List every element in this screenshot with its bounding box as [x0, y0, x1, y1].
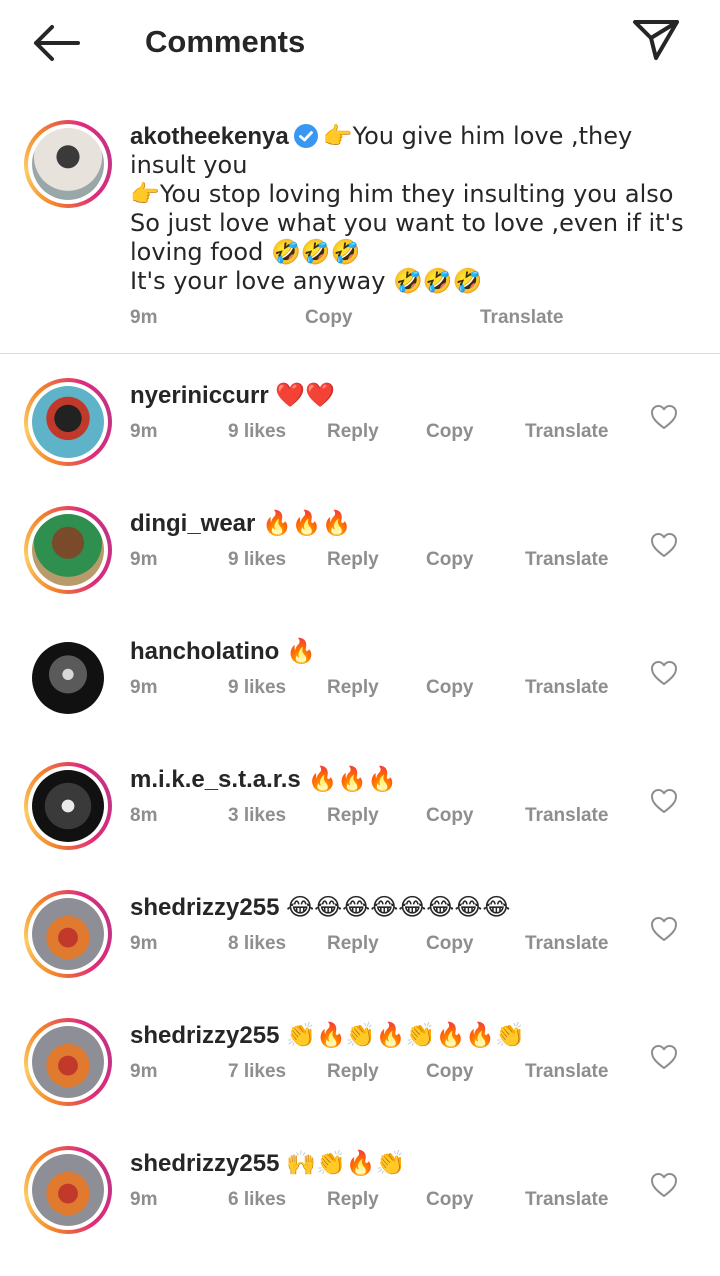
likes-count[interactable]: 7 likes — [228, 1060, 286, 1084]
comment-body: 👏🔥👏🔥👏🔥🔥👏 — [286, 1021, 526, 1049]
like-button[interactable] — [650, 660, 678, 686]
avatar[interactable] — [24, 762, 112, 850]
reply-button[interactable]: Reply — [327, 1060, 379, 1084]
caption-text: akotheekenya 👉You give him love ,they ins… — [130, 122, 690, 296]
comment-row: hancholatino 🔥 9m 9 likes Reply Copy Translat… — [0, 636, 720, 764]
translate-button[interactable]: Translate — [525, 932, 608, 956]
verified-badge-icon — [293, 124, 318, 148]
reply-button[interactable]: Reply — [327, 548, 379, 572]
copy-button[interactable]: Copy — [426, 804, 474, 828]
avatar[interactable] — [24, 634, 112, 722]
comment-text: nyeriniccurr ❤️❤️ — [130, 380, 335, 411]
heart-icon — [651, 789, 677, 813]
heart-icon — [651, 1045, 677, 1069]
avatar[interactable] — [24, 1146, 112, 1234]
comment-time: 9m — [130, 421, 158, 442]
back-button[interactable] — [28, 22, 84, 64]
avatar[interactable] — [24, 506, 112, 594]
comment-time: 8m — [130, 805, 158, 826]
avatar[interactable] — [24, 1018, 112, 1106]
comment-body: ❤️❤️ — [275, 381, 336, 409]
like-button[interactable] — [650, 1044, 678, 1070]
page-title: Comments — [145, 24, 306, 59]
reply-button[interactable]: Reply — [327, 420, 379, 444]
caption-time: 9m — [130, 307, 158, 328]
heart-icon — [651, 533, 677, 557]
copy-button[interactable]: Copy — [305, 306, 353, 330]
translate-button[interactable]: Translate — [525, 804, 608, 828]
translate-button[interactable]: Translate — [525, 548, 608, 572]
heart-icon — [651, 1173, 677, 1197]
translate-button[interactable]: Translate — [525, 1188, 608, 1212]
translate-button[interactable]: Translate — [525, 420, 608, 444]
top-bar: Comments — [0, 0, 720, 86]
likes-count[interactable]: 8 likes — [228, 932, 286, 956]
translate-button[interactable]: Translate — [525, 1060, 608, 1084]
comment-row: dingi_wear 🔥🔥🔥 9m 9 likes Reply Copy Translat… — [0, 506, 720, 636]
comment-text: hancholatino 🔥 — [130, 636, 316, 667]
avatar[interactable] — [24, 890, 112, 978]
comment-text: shedrizzy255 👏🔥👏🔥👏🔥🔥👏 — [130, 1020, 525, 1051]
comment-time: 9m — [130, 933, 158, 954]
share-button[interactable] — [630, 16, 682, 64]
paper-plane-icon — [633, 20, 679, 60]
likes-count[interactable]: 6 likes — [228, 1188, 286, 1212]
comment-text: m.i.k.e_s.t.a.r.s 🔥🔥🔥 — [130, 764, 397, 795]
avatar[interactable] — [24, 120, 112, 208]
comment-username[interactable]: nyeriniccurr — [130, 382, 269, 409]
copy-button[interactable]: Copy — [426, 1060, 474, 1084]
caption-username[interactable]: akotheekenya — [130, 123, 289, 150]
comment-row: shedrizzy255 😂😂😂😂😂😂😂😂 9m 8 likes Reply Copy T… — [0, 890, 720, 1020]
reply-button[interactable]: Reply — [327, 804, 379, 828]
divider — [0, 353, 720, 354]
comment-text: shedrizzy255 😂😂😂😂😂😂😂😂 — [130, 892, 510, 923]
copy-button[interactable]: Copy — [426, 548, 474, 572]
reply-button[interactable]: Reply — [327, 676, 379, 700]
likes-count[interactable]: 3 likes — [228, 804, 286, 828]
like-button[interactable] — [650, 788, 678, 814]
heart-icon — [651, 917, 677, 941]
arrow-left-icon — [34, 25, 80, 61]
reply-button[interactable]: Reply — [327, 1188, 379, 1212]
likes-count[interactable]: 9 likes — [228, 676, 286, 700]
comment-time: 9m — [130, 549, 158, 570]
copy-button[interactable]: Copy — [426, 932, 474, 956]
comment-body: 🙌👏🔥👏 — [286, 1149, 406, 1177]
post-caption: akotheekenya 👉You give him love ,they ins… — [0, 110, 720, 354]
comment-row: nyeriniccurr ❤️❤️ 9m 9 likes Reply Copy Trans… — [0, 378, 720, 508]
comment-body: 🔥🔥🔥 — [262, 509, 352, 537]
comment-username[interactable]: shedrizzy255 — [130, 1022, 279, 1049]
comment-text: shedrizzy255 🙌👏🔥👏 — [130, 1148, 406, 1179]
copy-button[interactable]: Copy — [426, 1188, 474, 1212]
comment-username[interactable]: shedrizzy255 — [130, 894, 279, 921]
comment-body: 🔥 — [286, 637, 316, 665]
comment-text: dingi_wear 🔥🔥🔥 — [130, 508, 352, 539]
like-button[interactable] — [650, 1172, 678, 1198]
heart-icon — [651, 661, 677, 685]
like-button[interactable] — [650, 532, 678, 558]
copy-button[interactable]: Copy — [426, 676, 474, 700]
likes-count[interactable]: 9 likes — [228, 548, 286, 572]
translate-button[interactable]: Translate — [525, 676, 608, 700]
copy-button[interactable]: Copy — [426, 420, 474, 444]
comment-username[interactable]: m.i.k.e_s.t.a.r.s — [130, 766, 301, 793]
comment-time: 9m — [130, 677, 158, 698]
like-button[interactable] — [650, 404, 678, 430]
comment-time: 9m — [130, 1189, 158, 1210]
comment-body: 🔥🔥🔥 — [307, 765, 398, 793]
avatar[interactable] — [24, 378, 112, 466]
comment-time: 9m — [130, 1061, 158, 1082]
comment-row: shedrizzy255 🙌👏🔥👏 9m 6 likes Reply Copy Trans… — [0, 1146, 720, 1276]
translate-button[interactable]: Translate — [480, 306, 563, 330]
heart-icon — [651, 405, 677, 429]
comment-body: 😂😂😂😂😂😂😂😂 — [286, 893, 511, 921]
comment-username[interactable]: dingi_wear — [130, 510, 255, 537]
likes-count[interactable]: 9 likes — [228, 420, 286, 444]
comment-username[interactable]: shedrizzy255 — [130, 1150, 279, 1177]
like-button[interactable] — [650, 916, 678, 942]
comment-row: shedrizzy255 👏🔥👏🔥👏🔥🔥👏 9m 7 likes Reply Copy T… — [0, 1018, 720, 1148]
comment-username[interactable]: hancholatino — [130, 638, 279, 665]
reply-button[interactable]: Reply — [327, 932, 379, 956]
comment-row: m.i.k.e_s.t.a.r.s 🔥🔥🔥 8m 3 likes Reply Copy T… — [0, 762, 720, 892]
